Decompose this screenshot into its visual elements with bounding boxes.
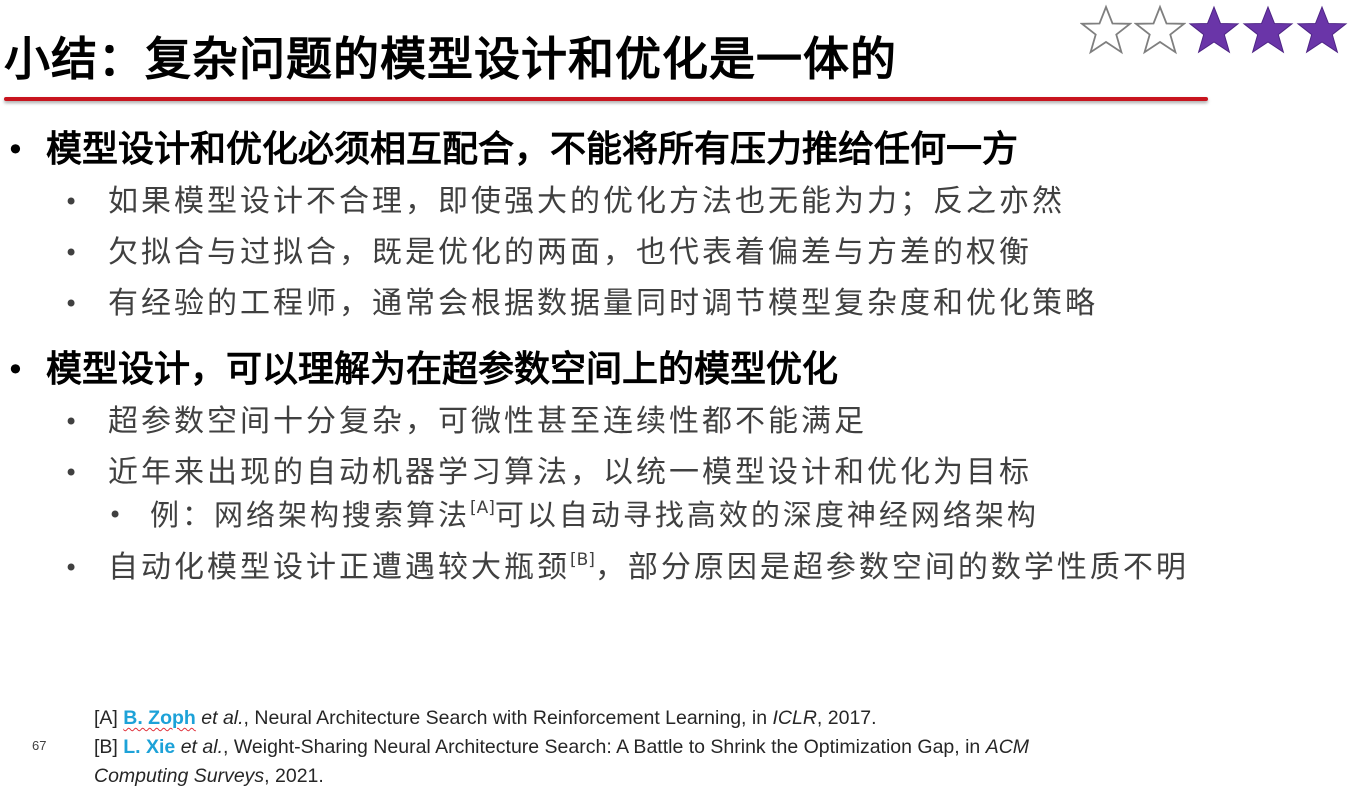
reference-author: L. Xie xyxy=(123,736,176,758)
bullet-level2: • 如果模型设计不合理，即使强大的优化方法也无能为力；反之亦然 xyxy=(64,180,1065,224)
star-outline-icon xyxy=(1080,4,1132,56)
bullet-level2: • 有经验的工程师，通常会根据数据量同时调节模型复杂度和优化策略 xyxy=(64,282,1098,326)
bullet-dot-icon: • xyxy=(108,501,126,529)
reference-a: [A] B. Zoph et al., Neural Architecture … xyxy=(94,704,1274,733)
page-number: 67 xyxy=(32,738,47,753)
references: [A] B. Zoph et al., Neural Architecture … xyxy=(94,704,1274,791)
bullet-dot-icon: • xyxy=(64,408,82,436)
difficulty-rating xyxy=(1080,2,1350,58)
reference-venue: ICLR xyxy=(772,707,817,729)
bullet-text: 有经验的工程师，通常会根据数据量同时调节模型复杂度和优化策略 xyxy=(108,286,1098,321)
bullet-text: 欠拟合与过拟合，既是优化的两面，也代表着偏差与方差的权衡 xyxy=(108,235,1032,270)
star-filled-icon xyxy=(1188,4,1240,56)
reference-year: , 2017. xyxy=(816,707,877,729)
bullet-level3: • 例：网络架构搜索算法[A]可以自动寻找高效的深度神经网络架构 xyxy=(108,494,1039,536)
citation-ref: [A] xyxy=(470,498,495,518)
bullet-level1: • 模型设计，可以理解为在超参数空间上的模型优化 xyxy=(6,346,839,394)
bullet-level2: • 超参数空间十分复杂，可微性甚至连续性都不能满足 xyxy=(64,400,867,444)
bullet-dot-icon: • xyxy=(64,554,82,582)
bullet-text: 自动化模型设计正遭遇较大瓶颈 xyxy=(108,550,570,585)
reference-etal: et al. xyxy=(195,707,244,729)
reference-b: [B] L. Xie et al., Weight-Sharing Neural… xyxy=(94,733,1274,762)
bullet-dot-icon: • xyxy=(64,188,82,216)
reference-venue: Computing Surveys xyxy=(94,765,265,787)
bullet-text: 模型设计，可以理解为在超参数空间上的模型优化 xyxy=(46,349,839,390)
slide-title: 小结：复杂问题的模型设计和优化是一体的 xyxy=(4,32,897,86)
reference-label: [A] xyxy=(94,707,124,729)
title-underline xyxy=(4,97,1208,101)
reference-b-cont: Computing Surveys, 2021. xyxy=(94,762,1274,791)
bullet-text: 如果模型设计不合理，即使强大的优化方法也无能为力；反之亦然 xyxy=(108,184,1065,219)
reference-etal: et al. xyxy=(175,736,223,758)
bullet-text: 模型设计和优化必须相互配合，不能将所有压力推给任何一方 xyxy=(46,129,1019,170)
bullet-dot-icon: • xyxy=(64,290,82,318)
bullet-text: 超参数空间十分复杂，可微性甚至连续性都不能满足 xyxy=(108,404,867,439)
bullet-text: 近年来出现的自动机器学习算法，以统一模型设计和优化为目标 xyxy=(108,455,1032,490)
bullet-level2: • 自动化模型设计正遭遇较大瓶颈[B]，部分原因是超参数空间的数学性质不明 xyxy=(64,546,1189,590)
bullet-text: 可以自动寻找高效的深度神经网络架构 xyxy=(494,498,1039,532)
star-filled-icon xyxy=(1242,4,1294,56)
bullet-dot-icon: • xyxy=(6,131,25,169)
star-outline-icon xyxy=(1134,4,1186,56)
reference-title: , Weight-Sharing Neural Architecture Sea… xyxy=(223,736,986,758)
reference-year: , 2021. xyxy=(264,765,324,787)
bullet-level2: • 近年来出现的自动机器学习算法，以统一模型设计和优化为目标 xyxy=(64,451,1032,495)
reference-label: [B] xyxy=(94,736,124,758)
citation-ref: [B] xyxy=(570,550,595,570)
bullet-text: 例：网络架构搜索算法 xyxy=(150,498,471,532)
bullet-dot-icon: • xyxy=(64,239,82,267)
bullet-level1: • 模型设计和优化必须相互配合，不能将所有压力推给任何一方 xyxy=(6,126,1019,174)
star-filled-icon xyxy=(1296,4,1348,56)
bullet-level2: • 欠拟合与过拟合，既是优化的两面，也代表着偏差与方差的权衡 xyxy=(64,231,1032,275)
bullet-text: ，部分原因是超参数空间的数学性质不明 xyxy=(594,550,1189,585)
reference-title: , Neural Architecture Search with Reinfo… xyxy=(243,707,773,729)
bullet-dot-icon: • xyxy=(64,459,82,487)
reference-author: B. Zoph xyxy=(123,707,196,729)
bullet-dot-icon: • xyxy=(6,351,25,389)
reference-venue: ACM xyxy=(985,736,1030,758)
